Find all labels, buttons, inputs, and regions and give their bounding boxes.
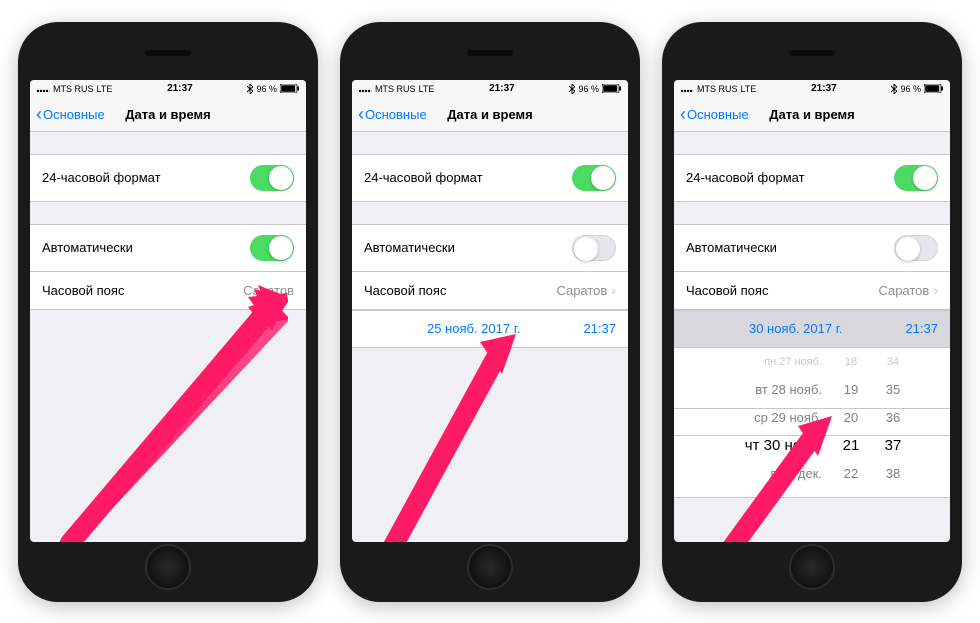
phone-frame: MTS RUS LTE 21:37 96 % ‹ Основные Дата и… bbox=[662, 22, 962, 602]
row-datetime[interactable]: 30 нояб. 2017 г. 21:37 bbox=[674, 310, 950, 348]
date-label: 25 нояб. 2017 г. bbox=[364, 321, 583, 336]
nav-bar: ‹ Основные Дата и время bbox=[352, 98, 628, 132]
picker-col-hour[interactable]: 18 19 20 21 22 23 0 bbox=[830, 348, 872, 497]
status-bar: MTS RUS LTE 21:37 96 % bbox=[352, 80, 628, 98]
row-label: Автоматически bbox=[42, 240, 133, 255]
chevron-left-icon: ‹ bbox=[358, 105, 364, 123]
row-automatic: Автоматически bbox=[30, 224, 306, 272]
battery-pct: 96 % bbox=[256, 84, 277, 94]
nav-bar: ‹ Основные Дата и время bbox=[674, 98, 950, 132]
chevron-left-icon: ‹ bbox=[36, 105, 42, 123]
row-timezone[interactable]: Часовой пояс Саратов › bbox=[674, 272, 950, 310]
time-label: 21:37 bbox=[905, 321, 938, 336]
row-label: 24-часовой формат bbox=[42, 170, 161, 185]
row-automatic: Автоматически bbox=[352, 224, 628, 272]
row-label: Автоматически bbox=[364, 240, 455, 255]
screen: MTS RUS LTE 21:37 96 % ‹ Основные Дата и… bbox=[674, 80, 950, 542]
status-time: 21:37 bbox=[811, 83, 837, 94]
row-24h-format: 24-часовой формат bbox=[674, 154, 950, 202]
annotation-arrow-overlay bbox=[58, 285, 288, 542]
nav-bar: ‹ Основные Дата и время bbox=[30, 98, 306, 132]
bluetooth-icon bbox=[569, 84, 575, 94]
status-bar: MTS RUS LTE 21:37 96 % bbox=[30, 80, 306, 98]
status-bar: MTS RUS LTE 21:37 96 % bbox=[674, 80, 950, 98]
annotation-arrow bbox=[58, 285, 288, 542]
row-label: Автоматически bbox=[686, 240, 777, 255]
battery-pct: 96 % bbox=[900, 84, 921, 94]
row-timezone[interactable]: Часовой пояс Саратов › bbox=[352, 272, 628, 310]
annotation-arrow bbox=[382, 328, 542, 542]
phone-frame: MTS RUS LTE 21:37 96 % ‹ Основные Дата и… bbox=[18, 22, 318, 602]
back-button[interactable]: ‹ Основные bbox=[680, 105, 749, 123]
status-time: 21:37 bbox=[167, 83, 193, 94]
row-label: Часовой пояс bbox=[364, 283, 446, 298]
carrier-label: MTS RUS bbox=[697, 84, 738, 94]
datetime-picker[interactable]: пн 27 нояб. вт 28 нояб. ср 29 нояб. чт 3… bbox=[674, 348, 950, 498]
screen: MTS RUS LTE 21:37 96 % ‹ Основные Дата и… bbox=[30, 80, 306, 542]
back-button[interactable]: ‹ Основные bbox=[36, 105, 105, 123]
toggle-24h[interactable] bbox=[894, 165, 938, 191]
screen: MTS RUS LTE 21:37 96 % ‹ Основные Дата и… bbox=[352, 80, 628, 542]
battery-pct: 96 % bbox=[578, 84, 599, 94]
back-label: Основные bbox=[365, 107, 427, 122]
toggle-automatic[interactable] bbox=[250, 235, 294, 261]
date-label: 30 нояб. 2017 г. bbox=[686, 321, 905, 336]
bluetooth-icon bbox=[891, 84, 897, 94]
row-automatic: Автоматически bbox=[674, 224, 950, 272]
signal-icon bbox=[358, 85, 372, 93]
bluetooth-icon bbox=[247, 84, 253, 94]
timezone-value: Саратов bbox=[878, 283, 929, 298]
picker-col-minute[interactable]: 34 35 36 37 38 39 40 bbox=[872, 348, 914, 497]
row-24h-format: 24-часовой формат bbox=[352, 154, 628, 202]
network-label: LTE bbox=[419, 84, 435, 94]
chevron-right-icon: › bbox=[611, 282, 616, 298]
row-timezone[interactable]: Часовой пояс Саратов bbox=[30, 272, 306, 310]
battery-icon bbox=[602, 84, 622, 93]
back-label: Основные bbox=[43, 107, 105, 122]
timezone-value: Саратов bbox=[556, 283, 607, 298]
battery-icon bbox=[280, 84, 300, 93]
chevron-left-icon: ‹ bbox=[680, 105, 686, 123]
timezone-value: Саратов bbox=[243, 283, 294, 298]
battery-icon bbox=[924, 84, 944, 93]
carrier-label: MTS RUS bbox=[53, 84, 94, 94]
status-time: 21:37 bbox=[489, 83, 515, 94]
picker-col-date[interactable]: пн 27 нояб. вт 28 нояб. ср 29 нояб. чт 3… bbox=[710, 348, 830, 497]
row-label: Часовой пояс bbox=[686, 283, 768, 298]
toggle-24h[interactable] bbox=[250, 165, 294, 191]
row-label: Часовой пояс bbox=[42, 283, 124, 298]
back-label: Основные bbox=[687, 107, 749, 122]
toggle-automatic[interactable] bbox=[894, 235, 938, 261]
toggle-automatic[interactable] bbox=[572, 235, 616, 261]
network-label: LTE bbox=[97, 84, 113, 94]
signal-icon bbox=[680, 85, 694, 93]
time-label: 21:37 bbox=[583, 321, 616, 336]
carrier-label: MTS RUS bbox=[375, 84, 416, 94]
row-datetime[interactable]: 25 нояб. 2017 г. 21:37 bbox=[352, 310, 628, 348]
row-label: 24-часовой формат bbox=[686, 170, 805, 185]
toggle-24h[interactable] bbox=[572, 165, 616, 191]
phone-frame: MTS RUS LTE 21:37 96 % ‹ Основные Дата и… bbox=[340, 22, 640, 602]
network-label: LTE bbox=[741, 84, 757, 94]
row-24h-format: 24-часовой формат bbox=[30, 154, 306, 202]
chevron-right-icon: › bbox=[933, 282, 938, 298]
row-label: 24-часовой формат bbox=[364, 170, 483, 185]
back-button[interactable]: ‹ Основные bbox=[358, 105, 427, 123]
signal-icon bbox=[36, 85, 50, 93]
